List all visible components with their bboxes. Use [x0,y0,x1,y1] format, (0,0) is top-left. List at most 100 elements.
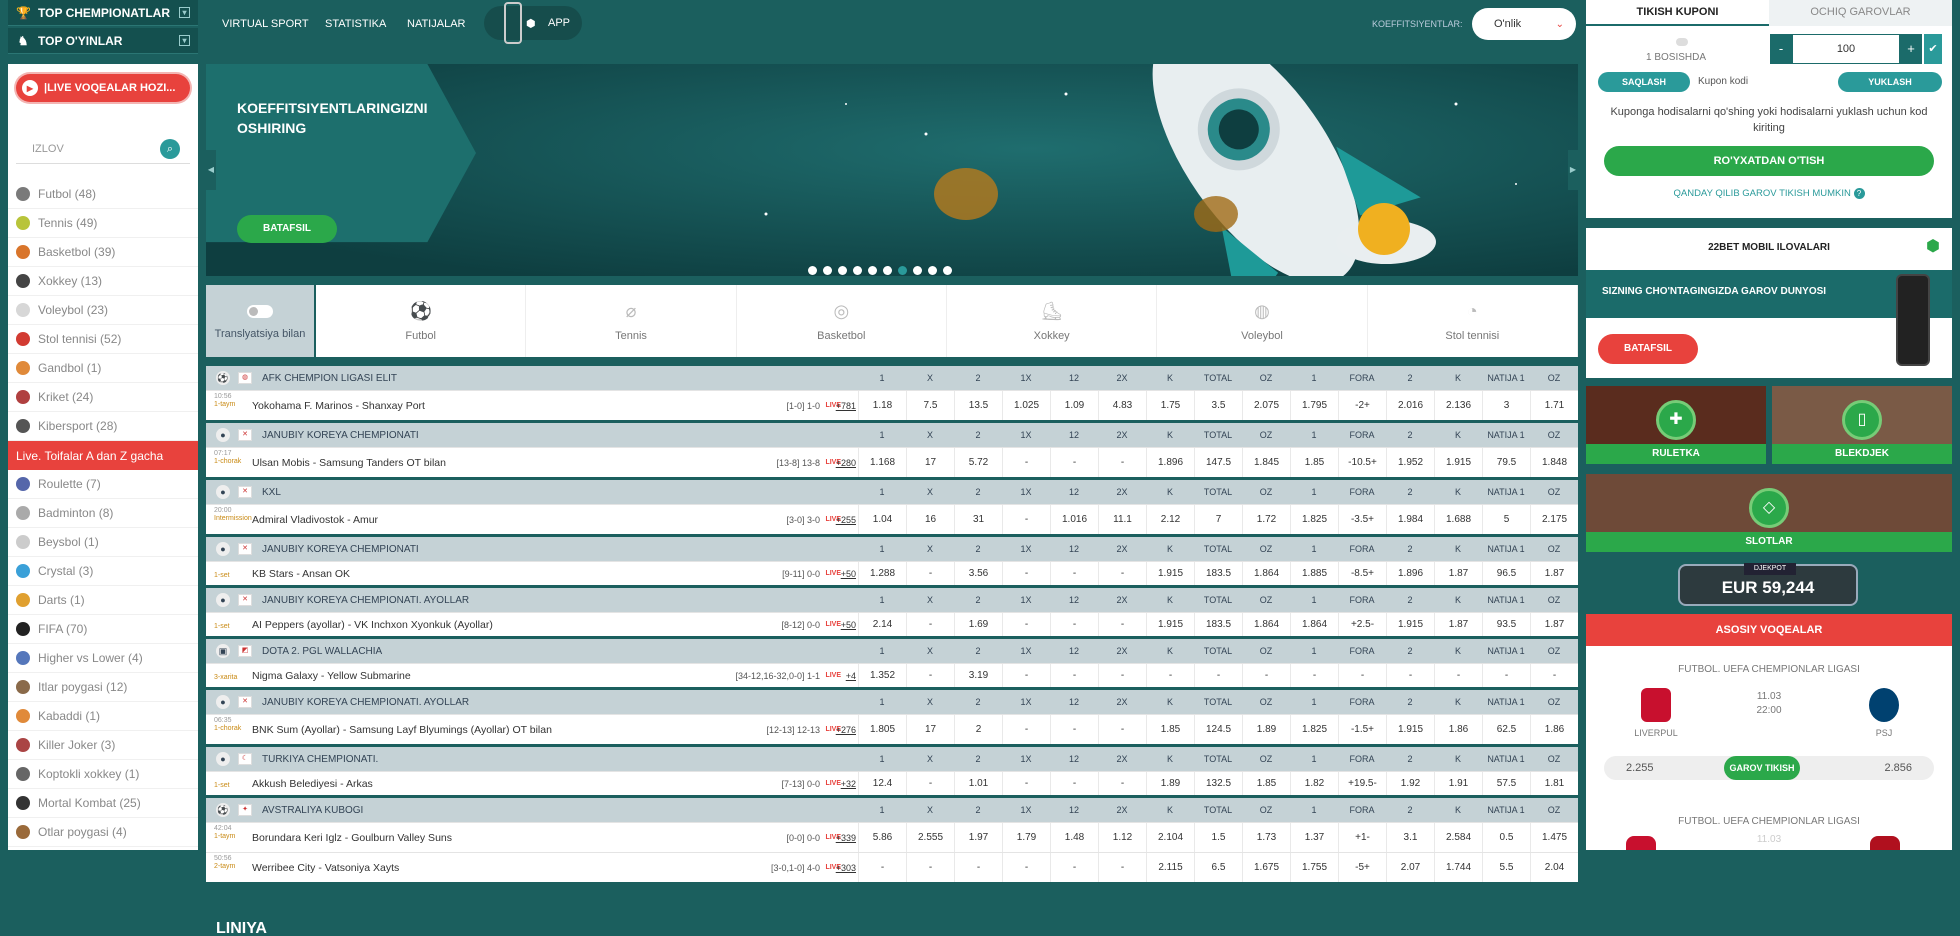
event-name[interactable]: Borundara Keri Iglz - Goulburn Valley Su… [252,832,452,844]
stake-value[interactable]: 100 [1792,34,1900,64]
league-header[interactable]: ● ☾ TURKIYA CHEMPIONATI. 1 X 2 1X 12 2X K TOTAL OZ 1… [206,747,1578,771]
odds-cell[interactable]: 1.848 [1530,448,1578,477]
more-markets-link[interactable]: +255 [836,515,856,525]
odds-cell[interactable]: - [906,664,954,687]
event-name[interactable]: Nigma Galaxy - Yellow Submarine [252,670,411,682]
save-coupon-button[interactable]: SAQLASH [1598,72,1690,92]
odds-cell[interactable]: 1.675 [1242,853,1290,882]
odds-cell[interactable]: +1- [1338,823,1386,852]
odds-cell[interactable]: 1.915 [1146,562,1194,585]
odds-cell[interactable]: 183.5 [1194,562,1242,585]
odds-cell[interactable]: - [1050,562,1098,585]
how-to-bet-link[interactable]: QANDAY QILIB GAROV TIKISH MUMKIN ? [1586,188,1952,199]
event-name[interactable]: Ulsan Mobis - Samsung Tanders OT bilan [252,457,446,469]
load-coupon-button[interactable]: YUKLASH [1838,72,1942,92]
odds-format-select[interactable]: O'nlik ⌄ [1472,8,1576,40]
odds-cell[interactable]: - [954,853,1002,882]
more-markets-link[interactable]: +303 [836,863,856,873]
event-name[interactable]: Akkush Belediyesi - Arkas [252,778,373,790]
sidebar-sport-item[interactable]: FIFA (70) [8,615,198,644]
event-row[interactable]: 50:56 2-taym Werribee City - Vatsoniya Xay… [206,852,1578,882]
odds-cell[interactable]: 1.12 [1098,823,1146,852]
odds-cell[interactable]: 17 [906,448,954,477]
event-name[interactable]: BNK Sum (Ayollar) - Samsung Layf Blyumin… [252,724,552,736]
odds-cell[interactable]: 2.136 [1434,391,1482,420]
odds-cell[interactable]: 1.82 [1290,772,1338,795]
odds-cell[interactable]: 1.37 [1290,823,1338,852]
odds-cell[interactable]: 1.795 [1290,391,1338,420]
promo-banner[interactable]: KOEFFITSIYENTLARINGIZNI OSHIRING BATAFSI… [206,64,1578,276]
more-markets-link[interactable]: +32 [841,779,856,789]
toggle-switch[interactable] [247,305,273,318]
one-click-toggle[interactable] [1676,38,1688,46]
odds-cell[interactable]: 1.86 [1434,715,1482,744]
odds-cell[interactable]: - [1050,853,1098,882]
odds-cell[interactable]: -3.5+ [1338,505,1386,534]
more-markets-link[interactable]: +280 [836,458,856,468]
odds-cell[interactable]: 2.07 [1386,853,1434,882]
sidebar-sport-item[interactable]: Otlar poygasi (4) [8,818,198,847]
event-row[interactable]: 42:04 1-taym Borundara Keri Iglz - Goulbur… [206,822,1578,852]
odds-cell[interactable]: 1.025 [1002,391,1050,420]
odds-cell[interactable]: -5+ [1338,853,1386,882]
odds-cell[interactable]: 1.85 [1146,715,1194,744]
odds-cell[interactable]: 1.87 [1434,613,1482,636]
odds-cell[interactable]: 1.69 [954,613,1002,636]
odds-cell[interactable]: 1.744 [1434,853,1482,882]
nav-natijalar[interactable]: NATIJALAR [407,18,465,30]
odds-cell[interactable]: 3.19 [954,664,1002,687]
odds-cell[interactable]: - [1002,715,1050,744]
search-icon[interactable]: ⌕ [160,139,180,159]
odds-cell[interactable]: 1.72 [1242,505,1290,534]
odds-cell[interactable]: - [1002,448,1050,477]
league-header[interactable]: ● ✕ JANUBIY KOREYA CHEMPIONATI 1 X 2 1X 12 2X K TO… [206,537,1578,561]
odds-cell[interactable]: - [1098,562,1146,585]
odds-cell[interactable]: 1.016 [1050,505,1098,534]
odds-cell[interactable]: 1.75 [1146,391,1194,420]
odds-cell[interactable]: 17 [906,715,954,744]
odds-cell[interactable]: 1.48 [1050,823,1098,852]
league-header[interactable]: ⚽ ✦ AVSTRALIYA KUBOGI 1 X 2 1X 12 2X K TOTAL OZ 1 FOR… [206,798,1578,822]
odds-cell[interactable]: 1.825 [1290,715,1338,744]
odds-cell[interactable]: 3.56 [954,562,1002,585]
banner-more-button[interactable]: BATAFSIL [237,215,337,243]
register-button[interactable]: RO'YXATDAN O'TISH [1604,146,1934,176]
odds-cell[interactable]: 11.1 [1098,505,1146,534]
odds-cell[interactable]: 1.81 [1530,772,1578,795]
banner-dot[interactable] [913,266,922,275]
odds-cell[interactable]: - [1002,664,1050,687]
odds-cell[interactable]: 1.864 [1242,562,1290,585]
league-header[interactable]: ▣ ◩ DOTA 2. PGL WALLACHIA 1 X 2 1X 12 2X K TOTAL OZ… [206,639,1578,663]
banner-prev-arrow[interactable]: ◀ [206,150,216,190]
odds-cell[interactable]: 5.5 [1482,853,1530,882]
odds-cell[interactable]: 1.79 [1002,823,1050,852]
app-download-button[interactable]: ⬢ APP [484,2,582,44]
tab-xokkey[interactable]: ⛸ Xokkey [947,285,1158,357]
odds-cell[interactable]: 1.87 [1530,562,1578,585]
odds-cell[interactable]: 1.87 [1530,613,1578,636]
odds-cell[interactable]: 1.87 [1434,562,1482,585]
more-markets-link[interactable]: +50 [841,569,856,579]
event-row[interactable]: 3-xarita Nigma Galaxy - Yellow Submarine [… [206,663,1578,687]
odds-cell[interactable]: - [1482,664,1530,687]
odds-cell[interactable]: 3.1 [1386,823,1434,852]
league-header[interactable]: ● ✕ KXL 1 X 2 1X 12 2X K TOTAL OZ 1 FORA 2 K NATIJA 1 OZ [206,480,1578,504]
odds-cell[interactable]: 1.915 [1434,448,1482,477]
nav-statistika[interactable]: STATISTIKA [325,18,386,30]
odds-cell[interactable]: 7 [1194,505,1242,534]
odds-cell[interactable]: -8.5+ [1338,562,1386,585]
odds-cell[interactable]: 1.168 [858,448,906,477]
odds-cell[interactable]: - [906,613,954,636]
odds-cell[interactable]: 1.845 [1242,448,1290,477]
odds-cell[interactable]: 2.104 [1146,823,1194,852]
tab-tennis[interactable]: ⌀ Tennis [526,285,737,357]
odds-cell[interactable]: - [1098,772,1146,795]
top-games-toggle[interactable]: ♞ TOP O'YINLAR ▾ [8,28,198,54]
odds-cell[interactable]: 1.475 [1530,823,1578,852]
odds-cell[interactable]: 3 [1482,391,1530,420]
odds-cell[interactable]: 2.016 [1386,391,1434,420]
odds-cell[interactable]: 1.85 [1242,772,1290,795]
odds-cell[interactable]: 1.352 [858,664,906,687]
odds-cell[interactable]: - [1050,772,1098,795]
odds-cell[interactable]: - [1098,715,1146,744]
